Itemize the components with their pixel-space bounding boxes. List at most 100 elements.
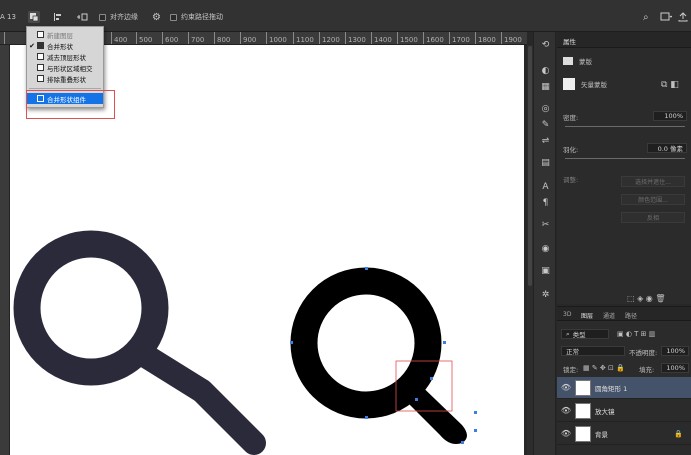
- vertical-scroll-thumb[interactable]: [528, 46, 532, 286]
- ruler-tick: 700: [188, 32, 204, 44]
- tab-layers[interactable]: 图层: [581, 311, 593, 320]
- mask-icon: [563, 57, 573, 65]
- menu-item-exclude-overlapping[interactable]: 排除重叠形状: [27, 73, 103, 84]
- magnifier-right-icon[interactable]: [290, 267, 477, 444]
- layers-panel: 3D 图层 通道 路径 ⌕ 类型 ▣ ◐ T ⊞ ▥ 正常 不透明度: 100%…: [557, 306, 691, 455]
- tab-properties[interactable]: 属性: [563, 36, 576, 46]
- gear-button[interactable]: ⚙: [152, 10, 161, 24]
- adjust-label: 调整:: [563, 176, 579, 184]
- paragraph-icon[interactable]: ¶: [540, 198, 551, 209]
- path-operations-icon: [28, 11, 40, 23]
- opacity-label: 不透明度:: [629, 349, 658, 357]
- mask-footer-icons[interactable]: ⬚ ◈ ◉ 🗑: [627, 294, 665, 303]
- subtract-shape-icon: [37, 53, 44, 60]
- eye-icon[interactable]: 👁: [557, 429, 575, 438]
- gear-icon: ⚙: [152, 11, 161, 23]
- path-operations-button[interactable]: [28, 10, 40, 24]
- layer-row-magnifier[interactable]: 👁 放大镜: [557, 400, 691, 422]
- menu-separator: [29, 88, 101, 89]
- search-icon[interactable]: ⌕: [643, 10, 649, 24]
- layers-comp-icon[interactable]: ▤: [540, 158, 551, 169]
- feather-field[interactable]: 0.0 像素: [647, 143, 687, 153]
- brush-icon[interactable]: ✎: [540, 120, 551, 131]
- ruler-tick: 1800: [475, 32, 496, 44]
- combine-shapes-icon: [37, 42, 44, 49]
- mask-actions-icon[interactable]: ⧉ ◧: [661, 80, 679, 90]
- properties-panel: 属性 蒙版 矢量蒙版 ⧉ ◧ 密度: 100% 羽化: 0.0 像素 调整: 选…: [557, 32, 691, 304]
- layer-filter-icons[interactable]: ▣ ◐ T ⊞ ▥: [617, 330, 655, 338]
- workspace-icon: [660, 12, 672, 21]
- layer-thumbnail: [575, 379, 591, 396]
- align-edges-check: [99, 13, 106, 21]
- constrain-path-label: 约束路径拖动: [181, 13, 223, 21]
- ruler-tick: 1300: [345, 32, 366, 44]
- path-alignment-button[interactable]: [52, 10, 64, 24]
- tools-icon[interactable]: ✂: [540, 220, 551, 231]
- workspace-button[interactable]: [660, 10, 672, 24]
- swatches-icon[interactable]: ▦: [540, 82, 551, 93]
- density-label: 密度:: [563, 114, 579, 122]
- ruler-tick: 1700: [449, 32, 470, 44]
- select-and-mask-button[interactable]: 选择并遮住...: [621, 176, 685, 187]
- path-arrangement-button[interactable]: [76, 10, 88, 24]
- constrain-path-checkbox[interactable]: 约束路径拖动: [170, 10, 223, 24]
- new-layer-icon: [37, 31, 44, 38]
- path-arrangement-icon: [76, 11, 88, 23]
- glyphs-icon[interactable]: ▣: [540, 266, 551, 277]
- ruler-origin: [4, 32, 7, 44]
- vector-mask-row: 矢量蒙版: [563, 78, 607, 90]
- history-icon[interactable]: ⟲: [540, 40, 551, 51]
- color-range-button[interactable]: 颜色范围...: [621, 194, 685, 205]
- layer-row-rounded-rect[interactable]: 👁 圆角矩形 1: [557, 377, 691, 399]
- magnifier-left-icon[interactable]: [13, 230, 266, 455]
- ruler-tick: 800: [214, 32, 230, 44]
- adjustments-icon[interactable]: ◎: [540, 104, 551, 115]
- checkmark-icon: ✔: [29, 41, 35, 50]
- sliders-icon[interactable]: ⇌: [540, 136, 551, 147]
- ruler-tick: 1900: [501, 32, 522, 44]
- align-edges-checkbox[interactable]: 对齐边缘: [99, 10, 138, 24]
- properties-tab-row: 属性: [557, 32, 691, 48]
- constrain-path-check: [170, 13, 177, 21]
- search-icon: ⌕: [566, 329, 570, 338]
- ruler-tick: 500: [136, 32, 152, 44]
- share-icon: [678, 12, 688, 22]
- eye-icon[interactable]: 👁: [557, 406, 575, 415]
- color-wheel-icon[interactable]: ◐: [540, 66, 551, 77]
- ruler-tick: 1600: [423, 32, 444, 44]
- invert-button[interactable]: 反相: [621, 212, 685, 223]
- menu-item-subtract-front-shape[interactable]: 减去顶层形状: [27, 51, 103, 62]
- libraries-icon[interactable]: ◉: [540, 244, 551, 255]
- ruler-tick: 400: [111, 32, 127, 44]
- ruler-tick: 1100: [293, 32, 314, 44]
- blend-mode-select[interactable]: 正常: [561, 346, 625, 356]
- lock-icons[interactable]: ▦ ✎ ✥ ⊡ 🔒: [583, 364, 625, 372]
- settings-sun-icon[interactable]: ✲: [540, 290, 551, 301]
- eye-icon[interactable]: 👁: [557, 383, 575, 392]
- feather-slider[interactable]: [565, 158, 685, 159]
- layer-thumbnail: [575, 402, 591, 419]
- panel-tool-strip: ⟲ ◐ ▦ ◎ ✎ ⇌ ▤ A ¶ ✂ ◉ ▣ ✲: [533, 32, 556, 455]
- layer-filter-select[interactable]: ⌕ 类型: [561, 329, 609, 339]
- vector-mask-thumbnail[interactable]: [563, 78, 575, 90]
- opacity-field[interactable]: 100%: [661, 346, 689, 356]
- lock-label: 锁定:: [563, 366, 579, 374]
- ruler-tick: 900: [240, 32, 256, 44]
- menu-item-new-layer[interactable]: 新建图层: [27, 29, 103, 40]
- tab-paths[interactable]: 路径: [625, 311, 637, 320]
- tab-channels[interactable]: 通道: [603, 311, 615, 320]
- layers-tab-row: 3D 图层 通道 路径: [557, 307, 691, 321]
- layer-row-background[interactable]: 👁 背景 🔒: [557, 423, 691, 445]
- density-slider[interactable]: [565, 126, 685, 127]
- fill-field[interactable]: 100%: [661, 363, 689, 373]
- mask-section: 蒙版: [563, 56, 592, 66]
- character-icon[interactable]: A: [540, 182, 551, 193]
- vertical-ruler: [0, 45, 10, 455]
- tab-3d[interactable]: 3D: [563, 311, 571, 318]
- menu-item-intersect-shapes[interactable]: 与形状区域相交: [27, 62, 103, 73]
- intersect-shapes-icon: [37, 64, 44, 71]
- ruler-tick: 1000: [266, 32, 287, 44]
- menu-item-combine-shapes[interactable]: ✔ 合并形状: [27, 40, 103, 51]
- density-field[interactable]: 100%: [653, 111, 687, 121]
- share-button[interactable]: [678, 10, 688, 24]
